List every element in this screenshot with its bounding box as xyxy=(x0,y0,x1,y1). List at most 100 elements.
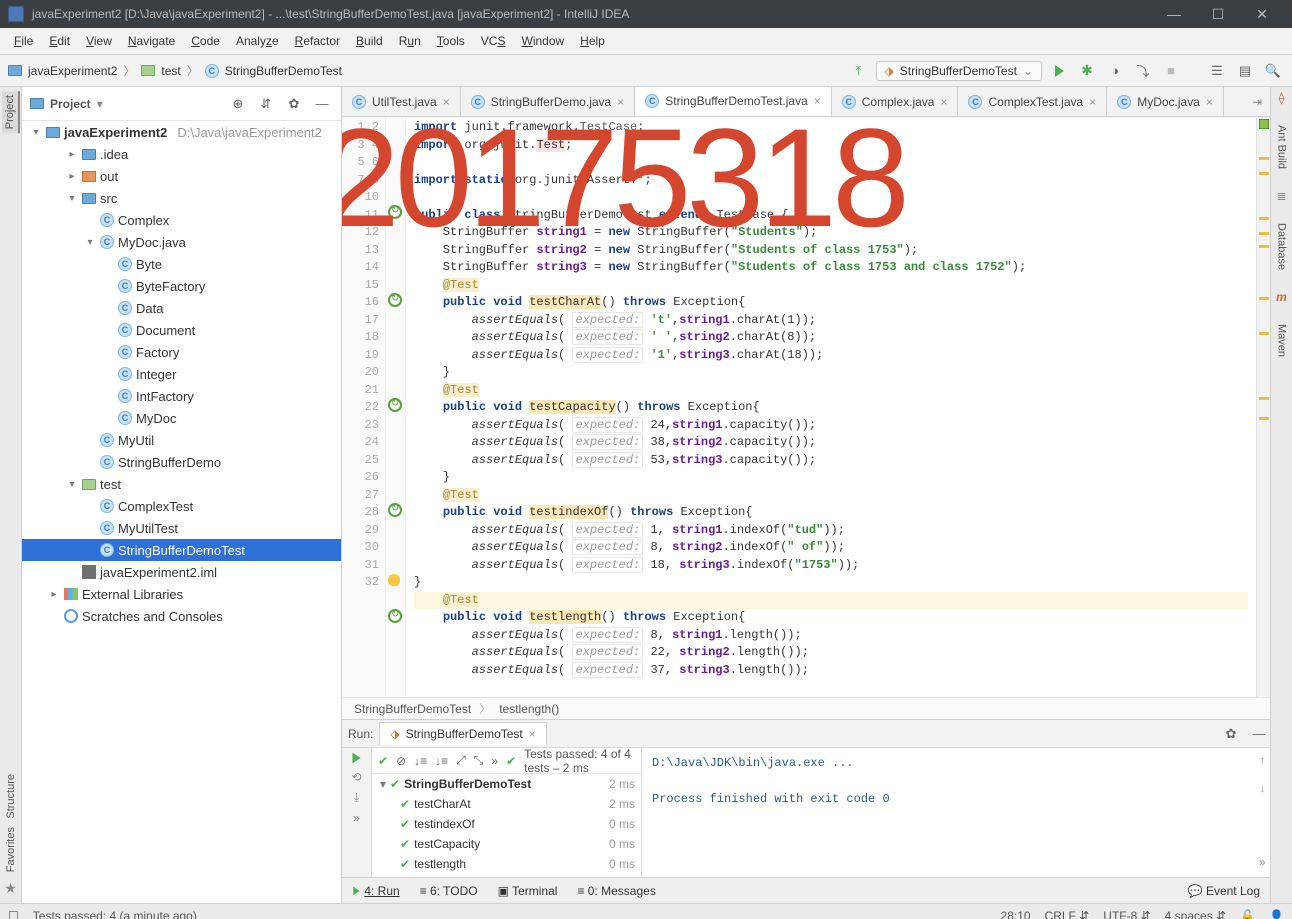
tab-eventlog[interactable]: 💬 Event Log xyxy=(1188,884,1260,898)
inspector-icon[interactable]: 👤 xyxy=(1269,909,1284,919)
tree-item-document[interactable]: CDocument xyxy=(22,319,341,341)
menu-navigate[interactable]: Navigate xyxy=(120,30,183,52)
hide-icon[interactable]: — xyxy=(1248,723,1270,745)
stop-icon[interactable]: ⤓ xyxy=(354,790,359,805)
line-sep[interactable]: CRLF ⇵ xyxy=(1045,909,1090,919)
gear-icon[interactable]: ✿ xyxy=(1220,723,1242,745)
code-editor[interactable]: 1 2 3 4 5 6 7 8 9 10 11 12 13 14 15 16 1… xyxy=(342,117,1270,697)
tabs-more-icon[interactable]: ⇥ xyxy=(1244,87,1270,116)
editor-tab[interactable]: CStringBufferDemo.java× xyxy=(461,87,636,116)
run-button[interactable] xyxy=(1048,60,1070,82)
test-node[interactable]: ✔testindexOf0 ms xyxy=(372,814,641,834)
profile-button[interactable]: ⤵ xyxy=(1132,60,1154,82)
menu-run[interactable]: Run xyxy=(391,30,429,52)
menu-edit[interactable]: Edit xyxy=(41,30,78,52)
star-icon[interactable]: ★ xyxy=(4,880,17,903)
check-icon[interactable]: ✔ xyxy=(378,754,388,768)
tab-messages[interactable]: ≡ 0: Messages xyxy=(577,884,655,898)
editor-tab[interactable]: CComplexTest.java× xyxy=(958,87,1107,116)
menu-vcs[interactable]: VCS xyxy=(473,30,514,52)
sort2-icon[interactable]: ↓≡ xyxy=(435,754,448,768)
sidebar-maven[interactable]: Maven xyxy=(1276,324,1288,357)
bc-method[interactable]: testlength() xyxy=(499,702,559,716)
menu-refactor[interactable]: Refactor xyxy=(287,30,348,52)
maven-icon[interactable]: m xyxy=(1276,290,1287,304)
editor-tab[interactable]: CComplex.java× xyxy=(832,87,959,116)
minimize-button[interactable]: — xyxy=(1152,0,1196,28)
block-icon[interactable]: ⊘ xyxy=(396,754,406,768)
sidebar-favorites[interactable]: Favorites xyxy=(5,827,17,872)
more-icon[interactable]: » xyxy=(353,811,360,825)
menu-help[interactable]: Help xyxy=(572,30,613,52)
run-line-icon[interactable] xyxy=(388,293,402,307)
tree-item-stringbufferdemotest[interactable]: CStringBufferDemoTest xyxy=(22,539,341,561)
tab-run[interactable]: 4: Run xyxy=(352,884,400,898)
tree-item-byte[interactable]: CByte xyxy=(22,253,341,275)
tree-item-scratches-and-consoles[interactable]: Scratches and Consoles xyxy=(22,605,341,627)
menu-file[interactable]: File xyxy=(6,30,41,52)
gutter-icons[interactable] xyxy=(386,117,406,697)
ant-icon[interactable]: ⟠ xyxy=(1279,91,1285,105)
tree-item-complex[interactable]: CComplex xyxy=(22,209,341,231)
test-node[interactable]: ✔testCharAt2 ms xyxy=(372,794,641,814)
sidebar-structure[interactable]: Structure xyxy=(5,774,17,819)
lock-icon[interactable]: 🔓 xyxy=(1240,909,1255,919)
test-node[interactable]: ✔testCapacity0 ms xyxy=(372,834,641,854)
tree-item-out[interactable]: ▸out xyxy=(22,165,341,187)
layout-icon[interactable]: ▤ xyxy=(1234,60,1256,82)
editor-tab[interactable]: CStringBufferDemoTest.java× xyxy=(635,87,832,117)
sidebar-database[interactable]: Database xyxy=(1276,223,1288,270)
menu-analyze[interactable]: Analyze xyxy=(228,30,287,52)
tree-root[interactable]: ▾ javaExperiment2 D:\Java\javaExperiment… xyxy=(22,121,341,143)
indent[interactable]: 4 spaces ⇵ xyxy=(1165,909,1226,919)
sidebar-project[interactable]: Project xyxy=(2,91,20,133)
menu-window[interactable]: Window xyxy=(513,30,572,52)
code-content[interactable]: import junit.framework.TestCase; import … xyxy=(406,117,1256,697)
tree-item-data[interactable]: CData xyxy=(22,297,341,319)
editor-tab[interactable]: CMyDoc.java× xyxy=(1107,87,1224,116)
collapse-icon[interactable]: ⤡ xyxy=(474,753,484,768)
stop-button[interactable]: ■ xyxy=(1160,60,1182,82)
menu-code[interactable]: Code xyxy=(183,30,228,52)
status-icon[interactable]: ☐ xyxy=(8,909,19,919)
menu-view[interactable]: View xyxy=(78,30,120,52)
tree-item-intfactory[interactable]: CIntFactory xyxy=(22,385,341,407)
rerun-button[interactable] xyxy=(352,753,360,764)
editor-breadcrumb[interactable]: StringBufferDemoTest 〉 testlength() xyxy=(342,697,1270,719)
run-config-selector[interactable]: ⬗ StringBufferDemoTest ⌄ xyxy=(876,61,1042,81)
project-title[interactable]: Project xyxy=(50,97,91,111)
tree-item-external-libraries[interactable]: ▸External Libraries xyxy=(22,583,341,605)
test-node[interactable]: ✔testlength0 ms xyxy=(372,854,641,874)
run-line-icon[interactable] xyxy=(388,609,402,623)
tree-item-javaexperiment2-iml[interactable]: javaExperiment2.iml xyxy=(22,561,341,583)
run-line-icon[interactable] xyxy=(388,205,402,219)
console-output[interactable]: D:\Java\JDK\bin\java.exe ... Process fin… xyxy=(642,748,1270,877)
dropdown-icon[interactable]: ▾ xyxy=(97,97,103,111)
run-tab[interactable]: ⬗ StringBufferDemoTest × xyxy=(379,722,546,745)
tree-item-bytefactory[interactable]: CByteFactory xyxy=(22,275,341,297)
sidebar-ant[interactable]: Ant Build xyxy=(1276,125,1288,169)
build-icon[interactable]: ⤒ xyxy=(848,60,870,82)
debug-button[interactable]: ✱ xyxy=(1076,60,1098,82)
error-stripe[interactable] xyxy=(1256,117,1270,697)
encoding[interactable]: UTF-8 ⇵ xyxy=(1103,909,1150,919)
tree-item-complextest[interactable]: CComplexTest xyxy=(22,495,341,517)
bulb-icon[interactable] xyxy=(388,574,400,586)
tree-item--idea[interactable]: ▸.idea xyxy=(22,143,341,165)
breadcrumb-folder[interactable]: test xyxy=(161,64,180,78)
target-icon[interactable]: ⊕ xyxy=(227,93,249,115)
toggle-icon[interactable]: ⟲ xyxy=(351,770,361,784)
editor-tab[interactable]: CUtilTest.java× xyxy=(342,87,461,116)
search-icon[interactable]: 🔍 xyxy=(1262,60,1284,82)
down-icon[interactable]: ↓ xyxy=(1259,780,1266,798)
tree-item-mydoc[interactable]: CMyDoc xyxy=(22,407,341,429)
breadcrumb-class[interactable]: StringBufferDemoTest xyxy=(225,64,342,78)
test-tree[interactable]: ▾✔StringBufferDemoTest2 ms✔testCharAt2 m… xyxy=(372,774,641,877)
test-node[interactable]: ▾✔StringBufferDemoTest2 ms xyxy=(372,774,641,794)
sort-icon[interactable]: ↓≡ xyxy=(414,754,427,768)
line-gutter[interactable]: 1 2 3 4 5 6 7 8 9 10 11 12 13 14 15 16 1… xyxy=(342,117,386,697)
menu-tools[interactable]: Tools xyxy=(429,30,473,52)
run-line-icon[interactable] xyxy=(388,503,402,517)
database-icon[interactable]: ≣ xyxy=(1276,189,1286,203)
coverage-button[interactable]: ◑ xyxy=(1104,60,1126,82)
